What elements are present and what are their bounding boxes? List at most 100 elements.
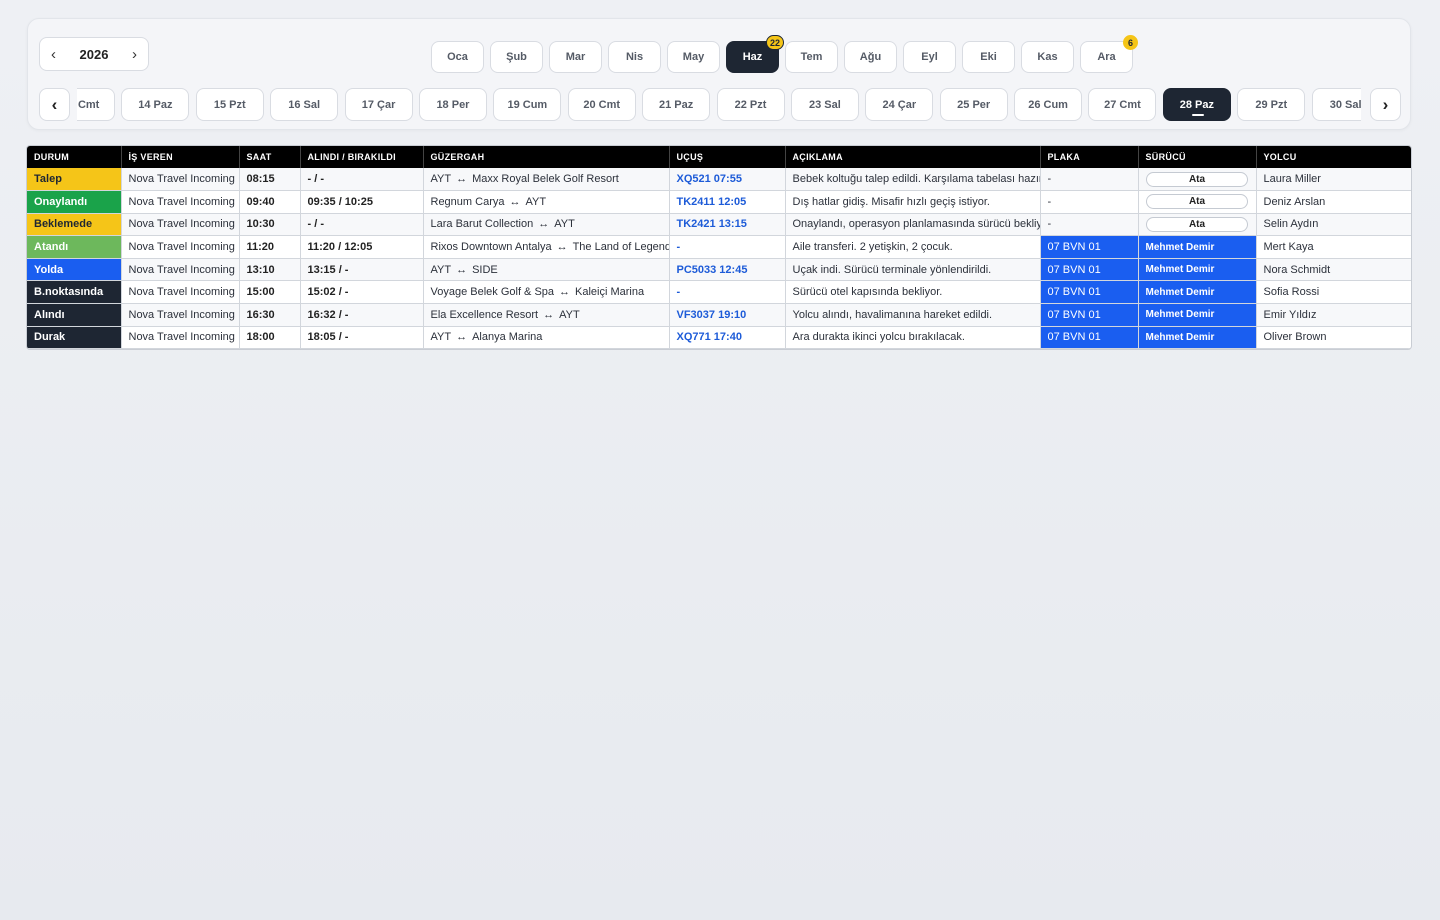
time-cell: 10:30 — [239, 213, 301, 237]
driver-cell[interactable]: Mehmet Demir — [1138, 258, 1257, 282]
day-tab[interactable]: 13 Cmt — [77, 88, 115, 121]
passenger-cell: Sofia Rossi — [1256, 280, 1411, 305]
employer-cell: Nova Travel Incoming — [121, 258, 240, 282]
assign-driver-button[interactable]: Ata — [1146, 171, 1248, 187]
day-tab[interactable]: 30 Sal — [1311, 88, 1361, 121]
column-header: DURUM — [27, 146, 122, 168]
description-cell: Onaylandı, operasyon planlamasında sürüc… — [785, 213, 1041, 237]
month-label: Şub — [506, 51, 527, 63]
day-tab[interactable]: 16 Sal — [270, 88, 339, 121]
route-from: AYT — [430, 331, 452, 344]
date-filter-panel: ‹ 2026 › Oca Şub Mar Nis May Haz 22 Tem Ağu Eyl Ek… — [27, 18, 1411, 130]
day-tab[interactable]: 22 Pzt — [716, 88, 785, 121]
route-to: Maxx Royal Belek Golf Resort — [472, 173, 619, 186]
plate-cell: - — [1040, 213, 1139, 237]
table-header-row: DURUM İŞ VEREN SAAT ALINDI / BIRAKILDI GÜZER… — [27, 146, 1411, 168]
pickup-dropoff-cell: - / - — [300, 213, 424, 237]
flight-cell[interactable]: TK2411 12:05 — [669, 190, 786, 214]
driver-cell[interactable]: Mehmet Demir — [1138, 280, 1257, 305]
assign-driver-button[interactable]: Ata — [1146, 194, 1248, 210]
prev-days-button[interactable]: ‹ — [39, 88, 70, 121]
day-tab[interactable]: 27 Cmt — [1088, 88, 1157, 121]
day-tab[interactable]: 14 Paz — [121, 88, 190, 121]
route-cell: Rixos Downtown Antalya ↔ The Land of Legen… — [423, 235, 670, 259]
next-days-button[interactable]: › — [1370, 88, 1401, 121]
day-tab[interactable]: 21 Paz — [642, 88, 711, 121]
day-tab[interactable]: 25 Per — [939, 88, 1008, 121]
day-tab[interactable]: 19 Cum — [493, 88, 562, 121]
day-tab[interactable]: 17 Çar — [344, 88, 413, 121]
day-tab[interactable]: 28 Paz — [1162, 88, 1231, 121]
flight-cell[interactable]: VF3037 19:10 — [669, 303, 786, 327]
month-tab-mar[interactable]: Mar — [549, 41, 602, 73]
table-row[interactable]: Talep Nova Travel Incoming 08:15- / - AYT ↔ M… — [27, 168, 1411, 192]
status-cell: Yolda — [27, 258, 122, 282]
driver-cell[interactable]: Mehmet Demir — [1138, 303, 1257, 327]
driver-cell: Ata — [1138, 213, 1257, 237]
route-arrow-icon: ↔ — [543, 308, 555, 321]
month-tab-ağu[interactable]: Ağu — [844, 41, 897, 73]
route-cell: Lara Barut Collection ↔ AYT — [423, 213, 670, 237]
route-to: Kaleiçi Marina — [575, 286, 645, 299]
flight-cell[interactable]: XQ521 07:55 — [669, 168, 786, 192]
month-count-badge: 22 — [765, 35, 784, 50]
day-tab[interactable]: 23 Sal — [790, 88, 859, 121]
month-tab-eyl[interactable]: Eyl — [903, 41, 956, 73]
month-tab-oca[interactable]: Oca — [431, 41, 484, 73]
route-to: SIDE — [472, 263, 498, 276]
flight-cell: - — [669, 280, 786, 305]
month-tab-may[interactable]: May — [667, 41, 720, 73]
employer-cell: Nova Travel Incoming — [121, 326, 240, 350]
table-row[interactable]: Durak Nova Travel Incoming 18:00 18:05 / -A… — [27, 326, 1411, 350]
route-to: Alanya Marina — [472, 331, 543, 344]
table-row[interactable]: Beklemede Nova Travel Incoming 10:30- / -L… — [27, 213, 1411, 237]
table-row[interactable]: B.noktasında Nova Travel Incoming 15:00 15:… — [27, 280, 1411, 305]
month-tab-şub[interactable]: Şub — [490, 41, 543, 73]
pickup-dropoff-cell: 15:02 / - — [300, 280, 424, 305]
table-row[interactable]: Atandı Nova Travel Incoming 11:20 11:20 / 1… — [27, 235, 1411, 259]
day-tab[interactable]: 18 Per — [418, 88, 487, 121]
table-row[interactable]: Onaylandı Nova Travel Incoming 09:40 09:35 … — [27, 190, 1411, 214]
month-label: Eyl — [921, 51, 938, 63]
description-cell: Yolcu alındı, havalimanına hareket edild… — [785, 303, 1041, 327]
driver-cell[interactable]: Mehmet Demir — [1138, 235, 1257, 259]
month-label: Oca — [447, 51, 468, 63]
passenger-cell: Emir Yıldız — [1256, 303, 1411, 327]
employer-cell: Nova Travel Incoming — [121, 213, 240, 237]
flight-cell[interactable]: PC5033 12:45 — [669, 258, 786, 282]
column-header: AÇIKLAMA — [785, 146, 1041, 168]
day-tab[interactable]: 24 Çar — [865, 88, 934, 121]
time-cell: 13:10 — [239, 258, 301, 282]
route-cell: Voyage Belek Golf & Spa ↔ Kaleiçi Marina — [423, 280, 670, 305]
flight-cell[interactable]: TK2421 13:15 — [669, 213, 786, 237]
prev-year-icon[interactable]: ‹ — [51, 47, 56, 62]
route-arrow-icon: ↔ — [456, 173, 468, 186]
day-tab[interactable]: 29 Pzt — [1237, 88, 1306, 121]
time-cell: 08:15 — [239, 168, 301, 192]
day-tab[interactable]: 15 Pzt — [195, 88, 264, 121]
month-tab-kas[interactable]: Kas — [1021, 41, 1074, 73]
month-tab-tem[interactable]: Tem — [785, 41, 838, 73]
month-tab-nis[interactable]: Nis — [608, 41, 661, 73]
day-tab[interactable]: 20 Cmt — [567, 88, 636, 121]
next-year-icon[interactable]: › — [132, 47, 137, 62]
description-cell: Ara durakta ikinci yolcu bırakılacak. — [785, 326, 1041, 350]
table-row[interactable]: Yolda Nova Travel Incoming 13:10 13:15 / -A… — [27, 258, 1411, 282]
month-tab-eki[interactable]: Eki — [962, 41, 1015, 73]
pickup-dropoff-cell: 09:35 / 10:25 — [300, 190, 424, 214]
driver-cell[interactable]: Mehmet Demir — [1138, 326, 1257, 350]
route-cell: Ela Excellence Resort ↔ AYT — [423, 303, 670, 327]
description-cell: Dış hatlar gidiş. Misafir hızlı geçiş is… — [785, 190, 1041, 214]
route-cell: Regnum Carya ↔ AYT — [423, 190, 670, 214]
month-tab-ara[interactable]: Ara 6 — [1080, 35, 1138, 73]
description-cell: Uçak indi. Sürücü terminale yönlendirild… — [785, 258, 1041, 282]
column-header: ALINDI / BIRAKILDI — [300, 146, 424, 168]
assign-driver-button[interactable]: Ata — [1146, 216, 1248, 232]
day-tab[interactable]: 26 Cum — [1014, 88, 1083, 121]
column-header: SAAT — [239, 146, 301, 168]
flight-cell[interactable]: XQ771 17:40 — [669, 326, 786, 350]
route-arrow-icon: ↔ — [559, 286, 571, 299]
year-label: 2026 — [79, 46, 109, 62]
month-tab-haz[interactable]: Haz 22 — [726, 35, 784, 73]
table-row[interactable]: Alındı Nova Travel Incoming 16:30 16:32 / -… — [27, 303, 1411, 327]
